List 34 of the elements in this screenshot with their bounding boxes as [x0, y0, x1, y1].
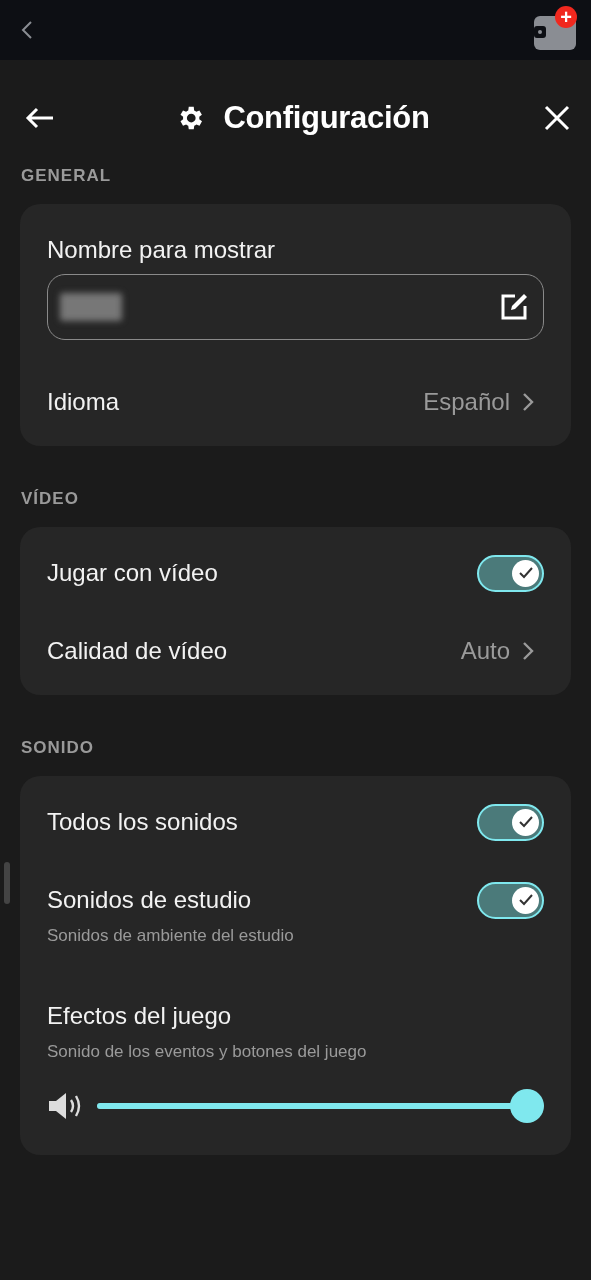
close-icon[interactable]	[544, 105, 570, 131]
value-link[interactable]: Auto	[460, 637, 534, 665]
section-heading: SONIDO	[21, 738, 96, 759]
page-title: Configuración	[223, 100, 430, 136]
back-arrow-icon[interactable]	[25, 107, 55, 129]
setting-description: Sonido de los eventos y botones del juego	[47, 1042, 368, 1062]
toggle-switch[interactable]	[477, 881, 544, 919]
chevron-right-icon	[522, 392, 534, 412]
section-heading: GENERAL	[21, 166, 113, 187]
setting-label: Jugar con vídeo	[47, 559, 218, 587]
check-icon	[518, 816, 533, 828]
setting-label: Idioma	[47, 388, 120, 416]
edit-icon[interactable]	[499, 292, 529, 322]
setting-description: Sonidos de ambiente del estudio	[47, 926, 295, 946]
blurred-text-drawing	[60, 293, 122, 321]
toggle-switch[interactable]	[477, 803, 544, 841]
setting-label: Todos los sonidos	[47, 808, 238, 836]
volume-slider[interactable]	[97, 1089, 544, 1123]
setting-label: Efectos del juego	[47, 1002, 232, 1030]
setting-label: Calidad de vídeo	[47, 637, 228, 665]
back-chevron-icon[interactable]	[21, 20, 33, 40]
notification-badge: +	[555, 6, 577, 28]
section-heading: VÍDEO	[21, 489, 80, 510]
check-icon	[518, 567, 533, 579]
setting-label: Sonidos de estudio	[47, 886, 252, 914]
setting-label: Nombre para mostrar	[47, 236, 276, 264]
chevron-right-icon	[522, 641, 534, 661]
scrollbar-thumb[interactable]	[4, 862, 10, 904]
speaker-icon	[47, 1091, 83, 1121]
check-icon	[518, 894, 533, 906]
value-link[interactable]: Español	[423, 388, 534, 416]
name-field[interactable]	[47, 274, 544, 340]
slider-thumb[interactable]	[510, 1089, 544, 1123]
toggle-switch[interactable]	[477, 554, 544, 592]
